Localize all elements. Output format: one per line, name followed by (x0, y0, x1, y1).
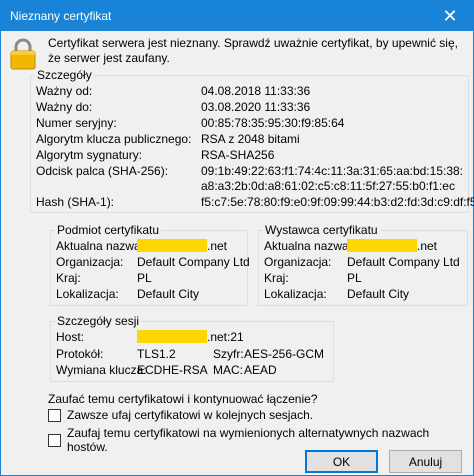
trust-question: Zaufać temu certyfikatowi i kontynuować … (48, 392, 318, 406)
sha256-line1: 09:1b:49:22:63:f1:74:4c:11:3a:31:65:aa:b… (201, 164, 464, 178)
subject-name-value: .net (137, 239, 227, 254)
issuer-name-suffix: .net (417, 239, 438, 253)
subject-locality-label: Lokalizacja: (56, 287, 119, 301)
serial-value: 00:85:78:35:95:30:f9:85:64 (201, 116, 345, 130)
redaction-mark (137, 330, 207, 343)
always-trust-label[interactable]: Zawsze ufaj certyfikatowi w kolejnych se… (67, 408, 313, 422)
subject-name-suffix: .net (207, 239, 228, 253)
pubkey-value: RSA z 2048 bitami (201, 132, 300, 146)
checkbox-box[interactable] (48, 433, 61, 447)
mac-label: MAC: (213, 363, 243, 377)
redaction-mark (347, 239, 417, 252)
issuer-name-value: .net (347, 239, 437, 254)
cipher-label: Szyfr: (213, 347, 244, 361)
signature-value: RSA-SHA256 (201, 148, 275, 162)
host-label: Host: (56, 330, 85, 344)
subject-org-value: Default Company Ltd (137, 255, 250, 269)
mac-value: AEAD (244, 363, 277, 377)
pubkey-label: Algorytm klucza publicznego: (36, 132, 192, 146)
sha256-label: Odcisk palca (SHA-256): (36, 164, 169, 178)
close-icon[interactable]: ✕ (427, 1, 473, 31)
issuer-country-value: PL (347, 271, 362, 285)
serial-label: Numer seryjny: (36, 116, 117, 130)
subject-legend: Podmiot certyfikatu (57, 223, 160, 237)
issuer-org-value: Default Company Ltd (347, 255, 460, 269)
issuer-legend: Wystawca certyfikatu (265, 223, 378, 237)
kex-label: Wymiana klucza: (56, 363, 147, 377)
title-bar: Nieznany certyfikat ✕ (1, 1, 473, 31)
sha256-line2: a8:a3:2b:0d:a8:61:02:c5:c8:11:5f:27:55:b… (201, 179, 455, 193)
subject-locality-value: Default City (137, 287, 200, 301)
issuer-country-label: Kraj: (264, 271, 289, 285)
warning-message: Certyfikat serwera jest nieznany. Sprawd… (48, 36, 458, 65)
subject-country-value: PL (137, 271, 152, 285)
checkbox-box[interactable] (48, 408, 61, 422)
valid-to-label: Ważny do: (36, 100, 93, 114)
issuer-name-label: Aktualna nazwa: (264, 239, 353, 253)
signature-label: Algorytm sygnatury: (36, 148, 143, 162)
ok-button[interactable]: OK (305, 450, 378, 473)
cipher-value: AES-256-GCM (244, 347, 325, 361)
issuer-org-label: Organizacja: (264, 255, 332, 269)
issuer-locality-value: Default City (347, 287, 410, 301)
host-value: .net:21 (137, 330, 244, 345)
redaction-mark (137, 239, 207, 252)
subject-org-label: Organizacja: (56, 255, 124, 269)
kex-value: ECDHE-RSA (137, 363, 208, 377)
sha1-value: f5:c7:5e:78:80:f9:e0:9f:09:99:44:b3:d2:f… (201, 195, 474, 209)
issuer-locality-label: Lokalizacja: (264, 287, 327, 301)
padlock-icon (10, 38, 36, 70)
always-trust-checkbox[interactable]: Zawsze ufaj certyfikatowi w kolejnych se… (48, 408, 313, 422)
certificate-dialog: Nieznany certyfikat ✕ Certyfikat serwera… (0, 0, 474, 476)
valid-to-value: 03.08.2020 11:33:36 (201, 100, 311, 114)
cancel-button[interactable]: Anuluj (389, 450, 462, 473)
protocol-value: TLS1.2 (137, 347, 176, 361)
subject-country-label: Kraj: (56, 271, 81, 285)
details-legend: Szczegóły (37, 68, 92, 82)
valid-from-label: Ważny od: (36, 84, 93, 98)
session-legend: Szczegóły sesji (57, 314, 140, 328)
host-suffix: .net:21 (207, 330, 244, 344)
sha1-label: Hash (SHA-1): (36, 195, 115, 209)
window-title: Nieznany certyfikat (10, 9, 112, 23)
subject-name-label: Aktualna nazwa: (56, 239, 145, 253)
protocol-label: Protokół: (56, 347, 104, 361)
valid-from-value: 04.08.2018 11:33:36 (201, 84, 311, 98)
